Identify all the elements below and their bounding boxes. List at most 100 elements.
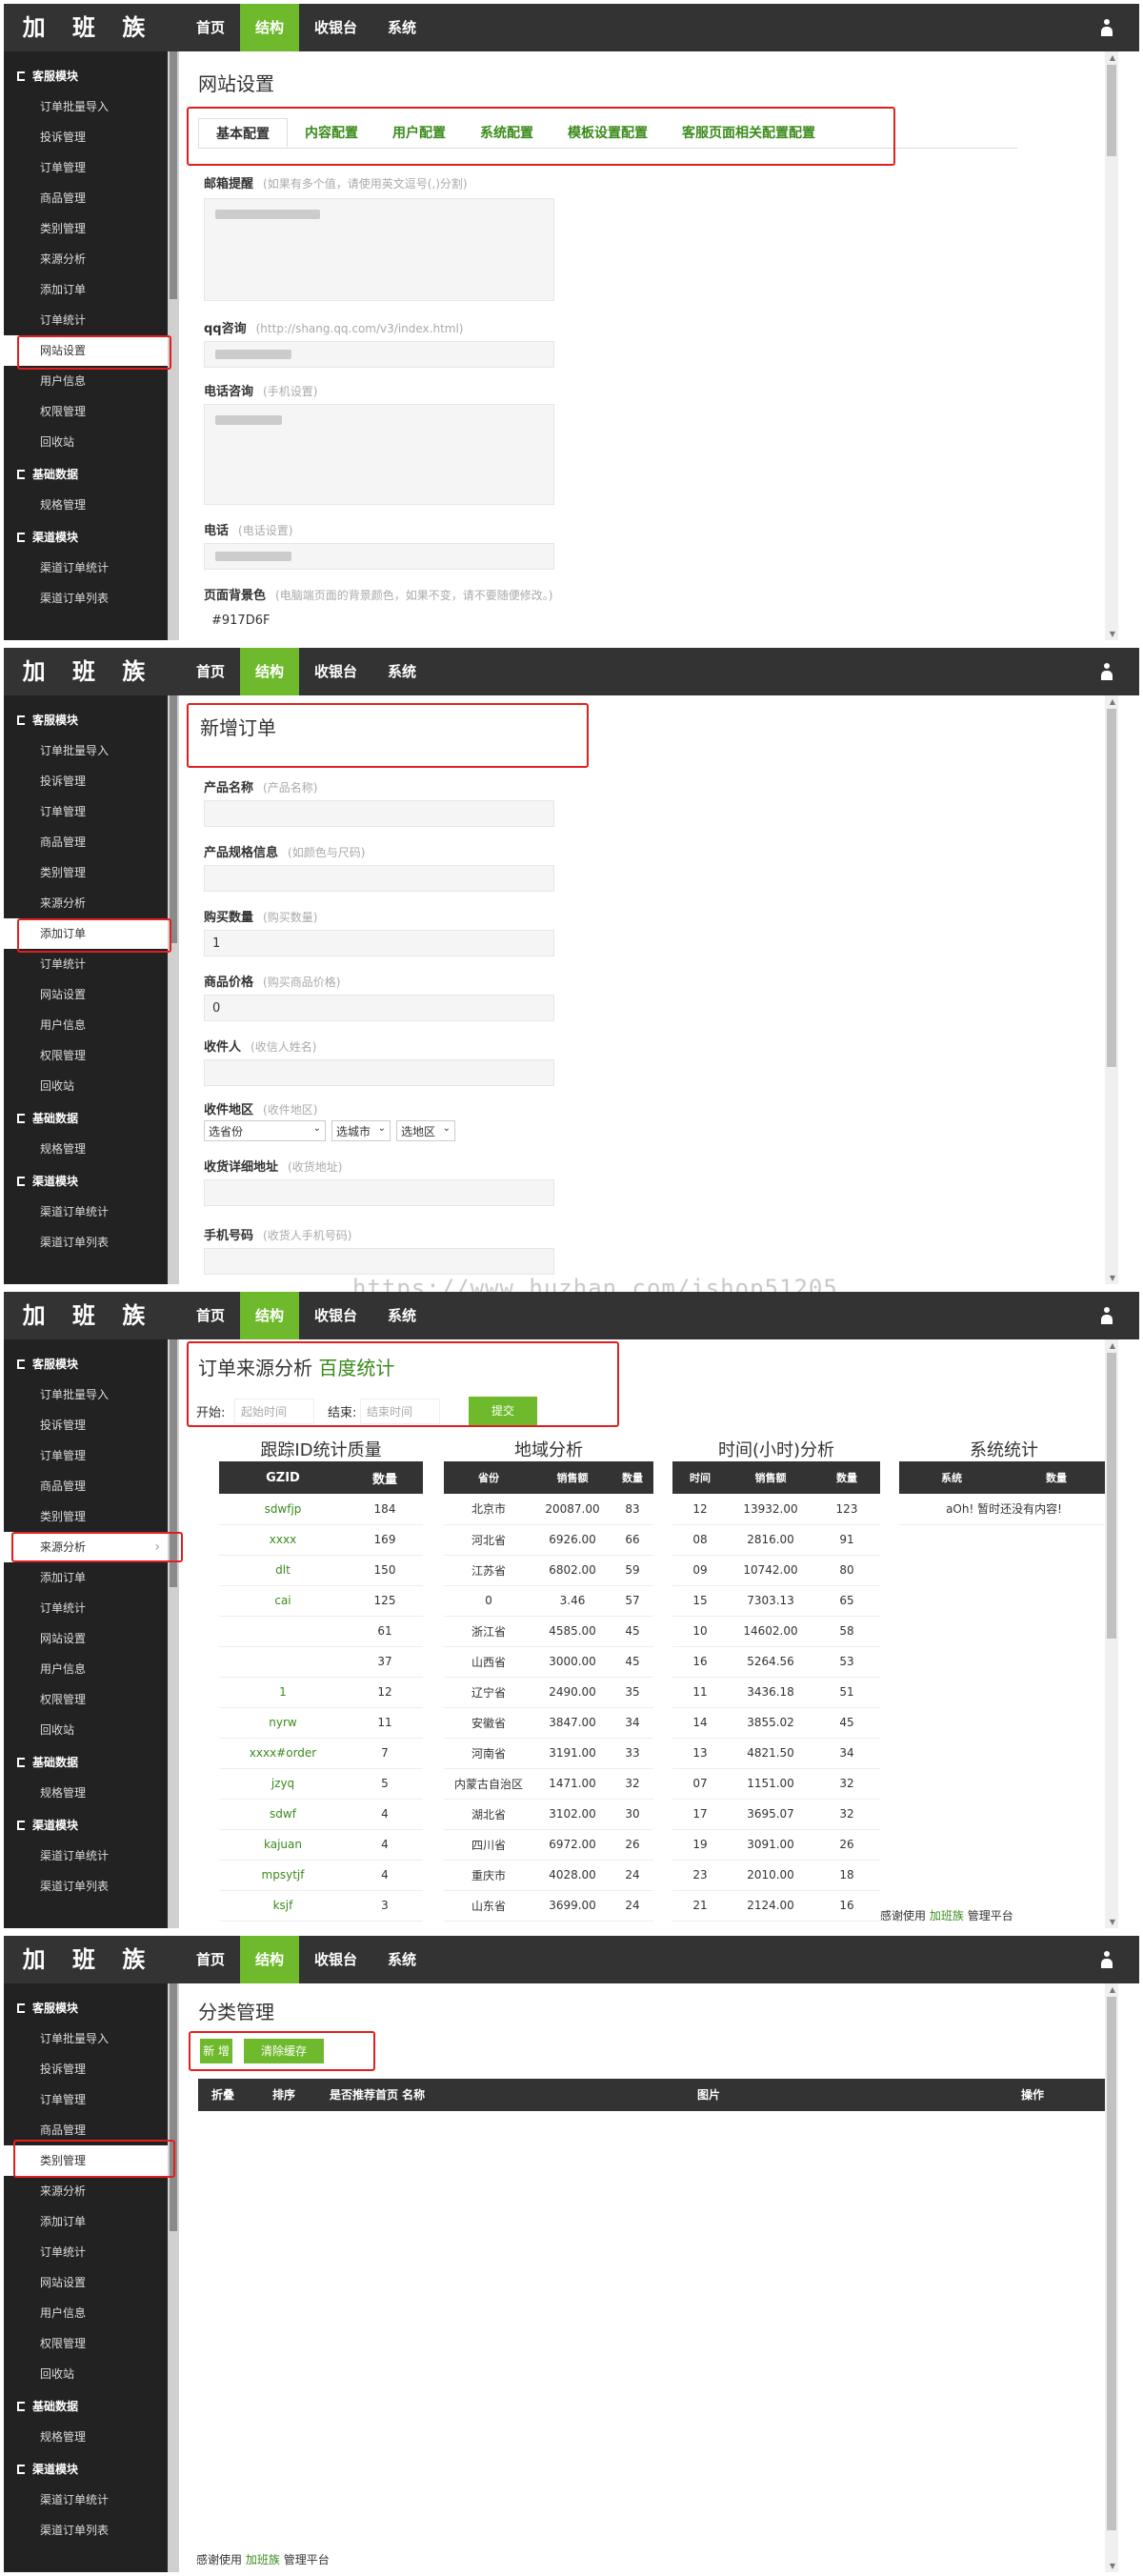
tab-system[interactable]: 系统配置 (463, 118, 551, 148)
scroll-down-arrow[interactable]: ▼ (1110, 2562, 1115, 2570)
sidebar-item-categories[interactable]: 类别管理 (4, 1501, 168, 1532)
tab-content[interactable]: 内容配置 (288, 118, 375, 148)
sidebar-scrollbar-thumb[interactable] (170, 1983, 177, 2231)
sidebar-scrollbar-thumb[interactable] (170, 1339, 177, 1587)
scroll-down-arrow[interactable]: ▼ (1110, 630, 1115, 638)
date-end-input[interactable]: 结束时间 (360, 1399, 440, 1424)
sidebar-item-site-settings[interactable]: 网站设置 (4, 2267, 168, 2298)
price-input[interactable]: 0 (204, 995, 554, 1021)
sidebar-group-channel[interactable]: 渠道模块 (4, 1166, 168, 1197)
sidebar-item-products[interactable]: 商品管理 (4, 183, 168, 213)
sidebar-item-categories[interactable]: 类别管理 (4, 2145, 168, 2176)
sidebar-scrollbar-thumb[interactable] (170, 51, 177, 299)
nav-structure[interactable]: 结构 (240, 1936, 300, 1983)
sidebar-item-permissions[interactable]: 权限管理 (4, 396, 168, 427)
nav-system[interactable]: 系统 (372, 1292, 431, 1339)
nav-structure[interactable]: 结构 (240, 1292, 300, 1339)
sidebar-item-recycle[interactable]: 回收站 (4, 1071, 168, 1101)
province-select[interactable]: 选省份 ⌄ (204, 1120, 326, 1141)
nav-structure[interactable]: 结构 (240, 4, 300, 51)
sidebar-item-channel-list[interactable]: 渠道订单列表 (4, 2515, 168, 2546)
sidebar-item-recycle[interactable]: 回收站 (4, 427, 168, 457)
sidebar-item-channel-stats[interactable]: 渠道订单统计 (4, 553, 168, 583)
sidebar-item-order-stats[interactable]: 订单统计 (4, 949, 168, 979)
sidebar-item-channel-list[interactable]: 渠道订单列表 (4, 583, 168, 614)
sidebar-group-channel[interactable]: 渠道模块 (4, 2454, 168, 2485)
sidebar-group-customer[interactable]: 客服模块 (4, 1993, 168, 2023)
sidebar-item-source[interactable]: 来源分析 (4, 2176, 168, 2206)
nav-home[interactable]: 首页 (181, 1936, 240, 1983)
sidebar-scrollbar-thumb[interactable] (170, 695, 177, 943)
sidebar-item-site-settings[interactable]: 网站设置 (4, 1623, 168, 1654)
sidebar-item-batch-import[interactable]: 订单批量导入 (4, 735, 168, 766)
sidebar-item-source[interactable]: 来源分析 (4, 244, 168, 274)
scroll-up-arrow[interactable]: ▲ (1110, 1341, 1115, 1350)
user-icon[interactable] (1101, 663, 1113, 680)
user-icon[interactable] (1101, 1307, 1113, 1324)
sidebar-item-channel-list[interactable]: 渠道订单列表 (4, 1227, 168, 1258)
baidu-stats-link[interactable]: 百度统计 (318, 1357, 394, 1379)
sidebar-item-orders[interactable]: 订单管理 (4, 1440, 168, 1471)
nav-cashier[interactable]: 收银台 (299, 1936, 372, 1983)
submit-button[interactable]: 提交 (469, 1397, 537, 1425)
sidebar-item-add-order[interactable]: 添加订单 (4, 918, 168, 949)
nav-cashier[interactable]: 收银台 (299, 1292, 372, 1339)
sidebar-item-orders[interactable]: 订单管理 (4, 2084, 168, 2115)
sidebar-item-channel-stats[interactable]: 渠道订单统计 (4, 1197, 168, 1227)
sidebar-item-permissions[interactable]: 权限管理 (4, 2328, 168, 2359)
nav-home[interactable]: 首页 (181, 1292, 240, 1339)
sidebar-item-recycle[interactable]: 回收站 (4, 1715, 168, 1745)
nav-home[interactable]: 首页 (181, 648, 240, 695)
sidebar-item-add-order[interactable]: 添加订单 (4, 1562, 168, 1593)
sidebar-group-customer[interactable]: 客服模块 (4, 705, 168, 735)
sidebar-item-permissions[interactable]: 权限管理 (4, 1684, 168, 1715)
sidebar-group-channel[interactable]: 渠道模块 (4, 1810, 168, 1841)
sidebar-item-specs[interactable]: 规格管理 (4, 1778, 168, 1808)
sidebar-item-specs[interactable]: 规格管理 (4, 490, 168, 520)
sidebar-item-complaints[interactable]: 投诉管理 (4, 766, 168, 796)
sidebar-item-channel-stats[interactable]: 渠道订单统计 (4, 1841, 168, 1871)
tab-user[interactable]: 用户配置 (375, 118, 463, 148)
tab-template[interactable]: 模板设置配置 (551, 118, 665, 148)
nav-cashier[interactable]: 收银台 (299, 648, 372, 695)
sidebar-item-permissions[interactable]: 权限管理 (4, 1040, 168, 1071)
page-scrollbar[interactable]: ▲ ▼ (1105, 695, 1118, 1284)
page-scrollbar[interactable]: ▲ ▼ (1105, 1339, 1118, 1928)
sidebar-item-complaints[interactable]: 投诉管理 (4, 122, 168, 152)
nav-home[interactable]: 首页 (181, 4, 240, 51)
user-icon[interactable] (1101, 19, 1113, 36)
sidebar-item-batch-import[interactable]: 订单批量导入 (4, 1379, 168, 1410)
address-input[interactable] (204, 1179, 554, 1206)
sidebar-item-complaints[interactable]: 投诉管理 (4, 2054, 168, 2084)
sidebar-item-products[interactable]: 商品管理 (4, 1471, 168, 1501)
sidebar-item-batch-import[interactable]: 订单批量导入 (4, 91, 168, 122)
sidebar-group-basic[interactable]: 基础数据 (4, 1747, 168, 1778)
district-select[interactable]: 选地区 ⌄ (396, 1120, 455, 1141)
sidebar-item-specs[interactable]: 规格管理 (4, 1134, 168, 1164)
sidebar-group-basic[interactable]: 基础数据 (4, 2391, 168, 2422)
sidebar-item-complaints[interactable]: 投诉管理 (4, 1410, 168, 1440)
sidebar-item-user-info[interactable]: 用户信息 (4, 1010, 168, 1040)
sidebar-item-categories[interactable]: 类别管理 (4, 213, 168, 244)
sidebar-item-site-settings[interactable]: 网站设置 (4, 979, 168, 1010)
nav-cashier[interactable]: 收银台 (299, 4, 372, 51)
scroll-down-arrow[interactable]: ▼ (1110, 1918, 1115, 1926)
scroll-up-arrow[interactable]: ▲ (1110, 697, 1115, 706)
scroll-up-arrow[interactable]: ▲ (1110, 53, 1115, 62)
page-scrollbar-thumb[interactable] (1107, 1353, 1116, 1639)
nav-system[interactable]: 系统 (372, 4, 431, 51)
user-icon[interactable] (1101, 1951, 1113, 1968)
sidebar-group-customer[interactable]: 客服模块 (4, 1349, 168, 1379)
scroll-down-arrow[interactable]: ▼ (1110, 1274, 1115, 1282)
sidebar-group-channel[interactable]: 渠道模块 (4, 522, 168, 553)
sidebar-item-channel-list[interactable]: 渠道订单列表 (4, 1871, 168, 1902)
nav-system[interactable]: 系统 (372, 1936, 431, 1983)
sidebar-item-batch-import[interactable]: 订单批量导入 (4, 2023, 168, 2054)
footer-brand-link[interactable]: 加班族 (246, 2553, 280, 2566)
sidebar-item-specs[interactable]: 规格管理 (4, 2422, 168, 2452)
add-category-button[interactable]: 新 增 (200, 2039, 232, 2063)
sidebar-item-add-order[interactable]: 添加订单 (4, 274, 168, 305)
page-scrollbar-thumb[interactable] (1107, 709, 1116, 1067)
sidebar-item-order-stats[interactable]: 订单统计 (4, 2237, 168, 2267)
sidebar-item-source[interactable]: 来源分析 › (4, 1532, 168, 1562)
